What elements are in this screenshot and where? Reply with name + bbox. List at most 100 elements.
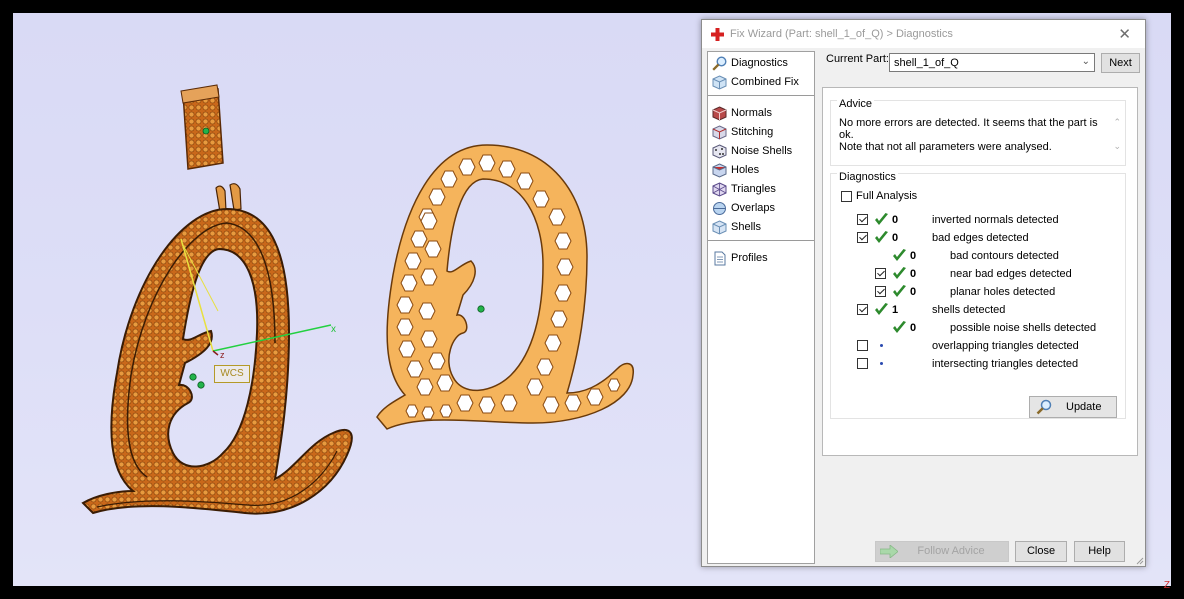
advice-title: Advice xyxy=(837,98,875,110)
diagnostic-checkbox[interactable] xyxy=(875,286,886,297)
advice-line-1: No more errors are detected. It seems th… xyxy=(839,117,1098,141)
x-axis-label: x xyxy=(331,324,336,335)
diagnostic-row: 0 near bad edges detected xyxy=(831,266,1121,282)
full-analysis-label: Full Analysis xyxy=(856,190,918,202)
dialog-titlebar[interactable]: Fix Wizard (Part: shell_1_of_Q) > Diagno… xyxy=(702,20,1145,48)
diagnostic-label: overlapping triangles detected xyxy=(932,340,1079,352)
full-analysis-row[interactable]: Full Analysis xyxy=(841,190,917,202)
nav-item-noise-shells[interactable]: Noise Shells xyxy=(712,142,792,160)
corner-axis-label: Z xyxy=(1163,580,1170,591)
nav-separator xyxy=(708,95,814,96)
arrow-right-icon xyxy=(880,545,898,558)
check-icon xyxy=(892,320,907,335)
diagnostic-label: inverted normals detected xyxy=(932,214,1059,226)
advice-text: No more errors are detected. It seems th… xyxy=(839,117,1101,153)
diagnostic-count: 0 xyxy=(910,286,917,298)
help-button[interactable]: Help xyxy=(1074,541,1125,562)
diagnostic-count: 0 xyxy=(892,232,899,244)
stitching-cube-icon xyxy=(712,124,727,140)
main-content-box: Advice No more errors are detected. It s… xyxy=(822,87,1138,456)
nav-item-label: Profiles xyxy=(731,252,768,264)
diagnostic-row: 0 bad edges detected xyxy=(831,230,1121,246)
diagnostic-count: 0 xyxy=(910,322,917,334)
full-analysis-checkbox[interactable] xyxy=(841,190,852,202)
red-cross-icon xyxy=(711,28,724,41)
update-label: Update xyxy=(1066,401,1102,413)
check-icon xyxy=(874,212,889,227)
diagnostic-count: 1 xyxy=(892,304,899,316)
nav-item-profiles[interactable]: Profiles xyxy=(712,249,768,267)
check-icon xyxy=(874,230,889,245)
update-button[interactable]: Update xyxy=(1029,396,1117,418)
nav-item-holes[interactable]: Holes xyxy=(712,161,759,179)
check-icon xyxy=(892,284,907,299)
nav-separator xyxy=(708,240,814,241)
next-button[interactable]: Next xyxy=(1101,53,1140,73)
follow-advice-button[interactable]: Follow Advice xyxy=(875,541,1009,562)
document-icon xyxy=(712,251,727,266)
normals-cube-icon xyxy=(712,105,727,121)
diagnostic-checkbox[interactable] xyxy=(857,232,868,243)
current-part-value: shell_1_of_Q xyxy=(894,57,959,69)
dialog-title: Fix Wizard (Part: shell_1_of_Q) > Diagno… xyxy=(730,28,953,40)
studded-q-model[interactable] xyxy=(81,207,353,515)
current-part-select[interactable]: shell_1_of_Q ⌄ xyxy=(889,53,1095,72)
diagnostic-label: shells detected xyxy=(932,304,1006,316)
nav-item-label: Normals xyxy=(731,107,772,119)
follow-advice-label: Follow Advice xyxy=(917,545,985,557)
nav-item-label: Shells xyxy=(731,221,761,233)
wizard-nav-panel: Diagnostics Combined Fix Normals Stitching N… xyxy=(707,51,815,564)
diagnostic-row: 0 bad contours detected xyxy=(831,248,1121,264)
diagnostic-row: 0 inverted normals detected xyxy=(831,212,1121,228)
diagnostic-label: bad contours detected xyxy=(950,250,1059,262)
pendant-bail[interactable] xyxy=(180,84,242,213)
advice-group: Advice No more errors are detected. It s… xyxy=(830,98,1126,166)
diagnostic-checkbox[interactable] xyxy=(857,340,868,351)
close-icon[interactable]: ✕ xyxy=(1118,25,1131,43)
diagnostic-label: near bad edges detected xyxy=(950,268,1072,280)
nav-item-label: Noise Shells xyxy=(731,145,793,157)
chevron-down-icon: ⌄ xyxy=(1081,56,1090,67)
check-icon xyxy=(892,248,907,263)
nav-item-normals[interactable]: Normals xyxy=(712,104,772,122)
diagnostic-row: intersecting triangles detected xyxy=(831,356,1121,372)
noise-shells-icon xyxy=(712,143,727,159)
z-axis-label: z xyxy=(220,350,225,360)
diagnostic-checkbox[interactable] xyxy=(875,268,886,279)
nav-item-label: Overlaps xyxy=(731,202,776,214)
nav-item-overlaps[interactable]: Overlaps xyxy=(712,199,775,217)
magnifier-icon xyxy=(1036,399,1052,415)
honeycomb-q-model[interactable] xyxy=(376,144,634,430)
nav-item-combined-fix[interactable]: Combined Fix xyxy=(712,73,799,91)
diagnostic-count: 0 xyxy=(892,214,899,226)
nav-item-label: Stitching xyxy=(731,126,774,138)
diagnostic-checkbox[interactable] xyxy=(857,214,868,225)
diagnostic-label: possible noise shells detected xyxy=(950,322,1097,334)
overlaps-icon xyxy=(712,201,727,216)
holes-cube-icon xyxy=(712,162,727,178)
cube-icon xyxy=(712,74,727,90)
scroll-down-icon[interactable]: ⌄ xyxy=(1113,141,1121,152)
advice-line-2: Note that not all parameters were analys… xyxy=(839,141,1052,153)
diagnostic-label: bad edges detected xyxy=(932,232,1029,244)
nav-item-label: Combined Fix xyxy=(731,76,799,88)
nav-item-shells[interactable]: Shells xyxy=(712,218,761,236)
diagnostic-checkbox[interactable] xyxy=(857,304,868,315)
check-icon xyxy=(892,266,907,281)
nav-item-label: Triangles xyxy=(731,183,776,195)
magnifier-icon xyxy=(712,55,727,71)
diagnostic-count: 0 xyxy=(910,268,917,280)
shells-cube-icon xyxy=(712,219,727,235)
scroll-up-icon[interactable]: ⌃ xyxy=(1113,117,1121,128)
diagnostic-row: 1 shells detected xyxy=(831,302,1121,318)
diagnostic-checkbox[interactable] xyxy=(857,358,868,369)
diagnostics-title: Diagnostics xyxy=(837,171,898,183)
diagnostic-label: planar holes detected xyxy=(950,286,1056,298)
diagnostic-label: intersecting triangles detected xyxy=(932,358,1079,370)
diagnostic-row: overlapping triangles detected xyxy=(831,338,1121,354)
nav-item-stitching[interactable]: Stitching xyxy=(712,123,773,141)
nav-item-triangles[interactable]: Triangles xyxy=(712,180,776,198)
close-button[interactable]: Close xyxy=(1015,541,1067,562)
nav-item-diagnostics[interactable]: Diagnostics xyxy=(712,54,788,72)
resize-grip-icon[interactable] xyxy=(1134,555,1144,565)
